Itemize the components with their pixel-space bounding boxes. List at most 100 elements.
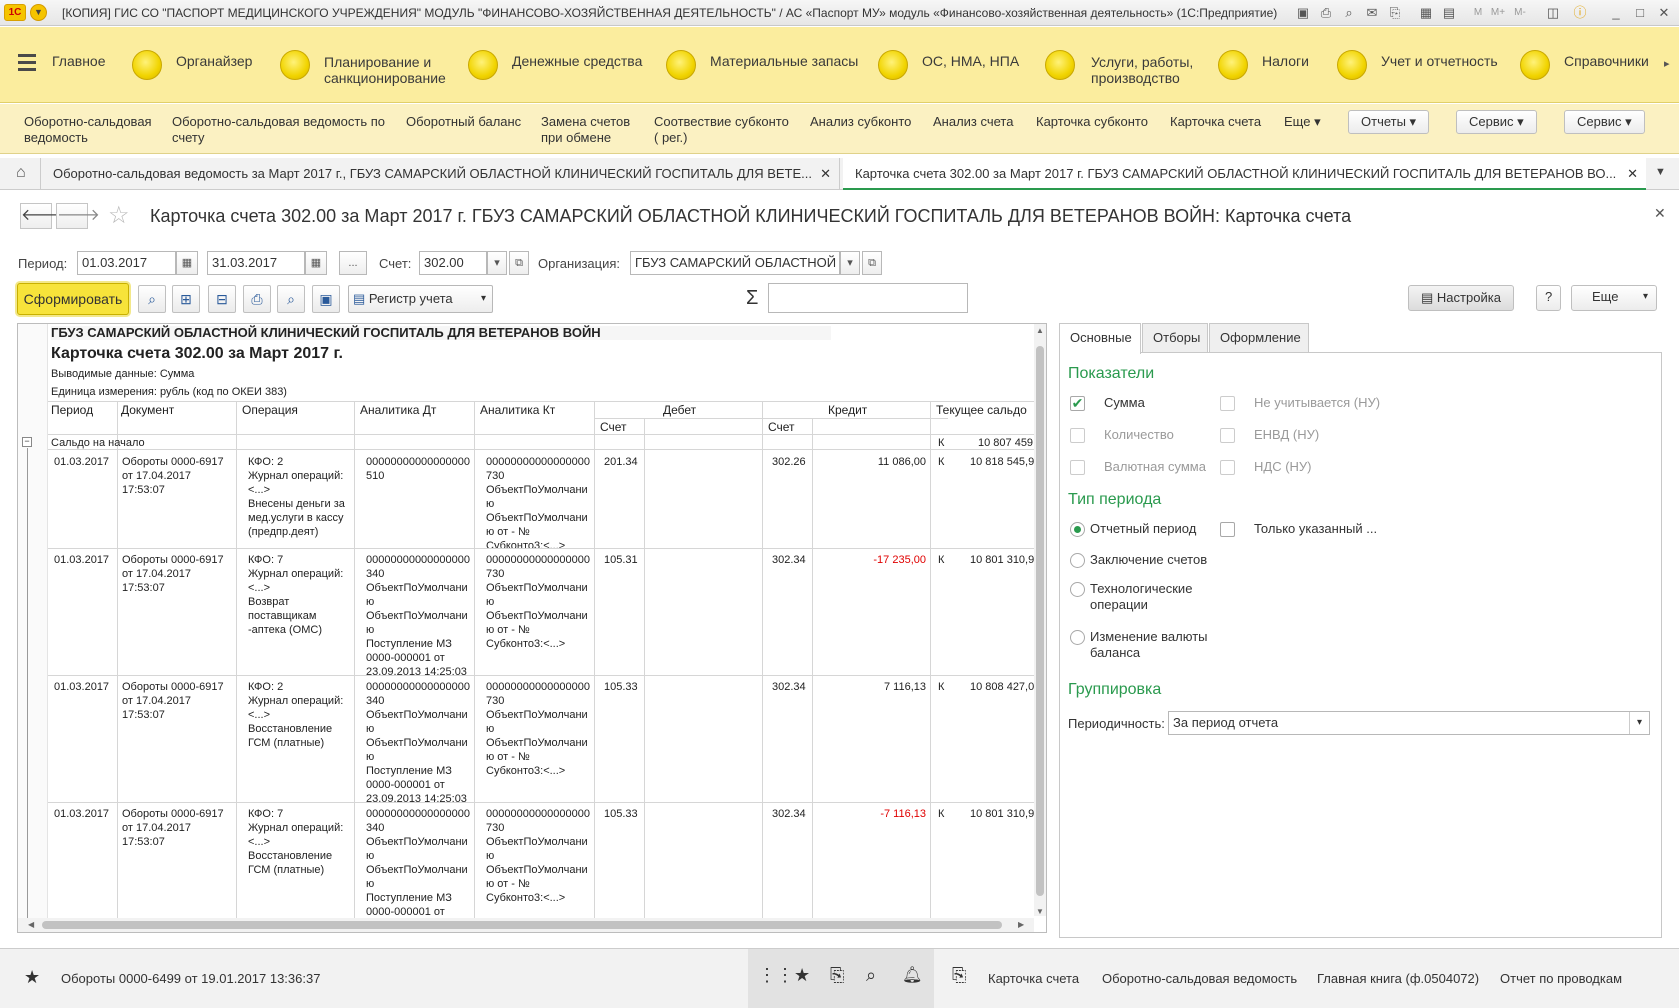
organization-open-icon[interactable]: ⧉ xyxy=(862,251,882,275)
checkbox-not-counted[interactable] xyxy=(1220,396,1235,411)
checkbox-quantity[interactable] xyxy=(1070,428,1085,443)
preview-report-icon[interactable]: ⌕ xyxy=(277,285,305,313)
1c-logo-icon[interactable]: 1С xyxy=(4,4,26,21)
star-icon[interactable]: ★ xyxy=(794,965,810,986)
report-spreadsheet[interactable]: ГБУЗ САМАРСКИЙ ОБЛАСТНОЙ КЛИНИЧЕСКИЙ ГОС… xyxy=(17,323,1047,933)
tabs-list-icon[interactable]: ▼ xyxy=(1655,166,1666,178)
preview-icon[interactable]: ⌕ xyxy=(1341,5,1357,21)
collapse-group-icon[interactable]: − xyxy=(22,437,32,447)
calendar-icon[interactable]: ▤ xyxy=(1441,5,1457,21)
favorite-star-icon[interactable]: ☆ xyxy=(108,203,130,229)
checkbox-currency[interactable] xyxy=(1070,460,1085,475)
print-icon[interactable]: ⎙ xyxy=(1318,5,1334,21)
func-osv[interactable]: Оборотно-сальдовая ведомость xyxy=(24,114,152,146)
hamburger-menu-icon[interactable] xyxy=(18,54,38,74)
calendar-to-icon[interactable]: ▦ xyxy=(305,251,327,275)
account-open-icon[interactable]: ⧉ xyxy=(509,251,529,275)
search-icon[interactable]: ⌕ xyxy=(866,965,876,986)
favorites-star-icon[interactable]: ★ xyxy=(24,967,40,988)
tab-settings-main[interactable]: Основные xyxy=(1059,323,1141,354)
history-icon[interactable]: ⎘ xyxy=(830,965,844,986)
memory-m-icon[interactable]: M xyxy=(1470,5,1486,21)
func-account-card[interactable]: Карточка счета xyxy=(1170,114,1261,130)
func-subconto-card[interactable]: Карточка субконто xyxy=(1036,114,1148,130)
reports-button[interactable]: Отчеты ▾ xyxy=(1348,110,1430,134)
radio-closing-accounts[interactable] xyxy=(1070,553,1085,568)
scroll-right-icon[interactable]: ▶ xyxy=(1018,920,1024,929)
save-icon[interactable]: ▣ xyxy=(1295,5,1311,21)
organization-dropdown-icon[interactable]: ▾ xyxy=(840,251,860,275)
horizontal-scrollbar[interactable]: ◀ ▶ xyxy=(18,918,1034,932)
memory-mminus-icon[interactable]: M- xyxy=(1512,5,1528,21)
func-subconto-analysis[interactable]: Анализ субконто xyxy=(810,114,911,130)
more-button[interactable]: Еще ▾ xyxy=(1571,285,1657,311)
main-menu-icon[interactable]: ▼ xyxy=(30,4,47,21)
info-icon[interactable]: ⓘ xyxy=(1572,5,1588,21)
expand-groups-icon[interactable]: ⊞ xyxy=(172,285,200,313)
collapse-groups-icon[interactable]: ⊟ xyxy=(208,285,236,313)
service-button-2[interactable]: Сервис ▾ xyxy=(1564,110,1645,134)
date-from-input[interactable]: 01.03.2017 xyxy=(77,251,176,275)
scroll-right-icon[interactable]: ▸ xyxy=(1664,57,1670,70)
vertical-scroll-thumb[interactable] xyxy=(1036,346,1044,896)
date-to-input[interactable]: 31.03.2017 xyxy=(207,251,305,275)
find-icon[interactable]: ⌕ xyxy=(138,285,166,313)
close-window-icon[interactable]: ✕ xyxy=(1656,5,1672,21)
service-button-1[interactable]: Сервис ▾ xyxy=(1456,110,1537,134)
back-icon[interactable]: 🡐 xyxy=(20,203,64,229)
vertical-scrollbar[interactable]: ▲ ▼ xyxy=(1034,324,1046,916)
help-button[interactable]: ? xyxy=(1536,285,1562,311)
register-dropdown[interactable]: ▤ Регистр учета ▾ xyxy=(348,285,493,313)
close-form-icon[interactable]: ✕ xyxy=(1654,205,1666,222)
func-subconto-match[interactable]: Соотвествие субконто ( рег.) xyxy=(654,114,789,146)
periodicity-select[interactable]: За период отчета ▾ xyxy=(1168,711,1650,735)
bell-icon[interactable]: 🔔︎ xyxy=(902,965,922,985)
panels-icon[interactable]: ◫ xyxy=(1545,5,1561,21)
scroll-down-icon[interactable]: ▼ xyxy=(1036,907,1044,916)
account-input[interactable]: 302.00 xyxy=(419,251,487,275)
close-tab-icon[interactable]: ✕ xyxy=(1627,158,1638,188)
apps-grid-icon[interactable]: ⋮⋮ xyxy=(758,965,794,986)
checkbox-envd[interactable] xyxy=(1220,428,1235,443)
scroll-up-icon[interactable]: ▲ xyxy=(1036,326,1044,335)
tab-account-card[interactable]: Карточка счета 302.00 за Март 2017 г. ГБ… xyxy=(843,158,1646,190)
func-account-analysis[interactable]: Анализ счета xyxy=(933,114,1013,130)
checkbox-sum[interactable]: ✔ xyxy=(1070,396,1085,411)
tab-osv[interactable]: Оборотно-сальдовая ведомость за Март 201… xyxy=(40,158,840,190)
link-entries-report[interactable]: Отчет по проводкам xyxy=(1500,971,1622,986)
radio-reporting-period[interactable] xyxy=(1070,522,1085,537)
mail-icon[interactable]: ✉ xyxy=(1364,5,1380,21)
func-osv-account[interactable]: Оборотно-сальдовая ведомость по счету xyxy=(172,114,385,146)
link-general-ledger[interactable]: Главная книга (ф.0504072) xyxy=(1317,971,1479,986)
scroll-left-icon[interactable]: ◀ xyxy=(28,920,34,929)
organization-input[interactable]: ГБУЗ САМАРСКИЙ ОБЛАСТНОЙ xyxy=(630,251,840,275)
history-item[interactable]: Обороты 0000-6499 от 19.01.2017 13:36:37 xyxy=(61,971,320,986)
func-more[interactable]: Еще ▾ xyxy=(1284,114,1321,130)
generate-button[interactable]: Сформировать xyxy=(17,283,129,315)
attach-icon[interactable]: ⎘ xyxy=(1387,5,1403,21)
func-turnover-balance[interactable]: Оборотный баланс xyxy=(406,114,521,130)
checkbox-only-specified[interactable] xyxy=(1220,522,1235,537)
maximize-icon[interactable]: □ xyxy=(1632,5,1648,21)
period-select-button[interactable]: ... xyxy=(339,251,367,275)
horizontal-scroll-thumb[interactable] xyxy=(42,921,1002,929)
account-dropdown-icon[interactable]: ▾ xyxy=(487,251,507,275)
save-report-icon[interactable]: ▣ xyxy=(312,285,340,313)
tab-settings-design[interactable]: Оформление xyxy=(1209,323,1309,353)
home-icon[interactable]: ⌂ xyxy=(16,164,26,182)
memory-mplus-icon[interactable]: M+ xyxy=(1490,5,1506,21)
settings-button[interactable]: ▤ Настройка xyxy=(1408,285,1514,311)
link-osv[interactable]: Оборотно-сальдовая ведомость xyxy=(1102,971,1297,986)
radio-tech-operations[interactable] xyxy=(1070,582,1085,597)
print-report-icon[interactable]: ⎙ xyxy=(243,285,271,313)
close-tab-icon[interactable]: ✕ xyxy=(820,158,831,190)
forward-icon[interactable]: 🡒 xyxy=(56,203,100,229)
calculator-icon[interactable]: ▦ xyxy=(1418,5,1434,21)
tab-settings-filters[interactable]: Отборы xyxy=(1142,323,1208,353)
func-replace-accounts[interactable]: Замена счетов при обмене xyxy=(541,114,630,146)
checkbox-vat[interactable] xyxy=(1220,460,1235,475)
link-account-card[interactable]: Карточка счета xyxy=(988,971,1079,986)
minimize-icon[interactable]: _ xyxy=(1608,5,1624,21)
radio-currency-change[interactable] xyxy=(1070,630,1085,645)
calendar-from-icon[interactable]: ▦ xyxy=(176,251,198,275)
